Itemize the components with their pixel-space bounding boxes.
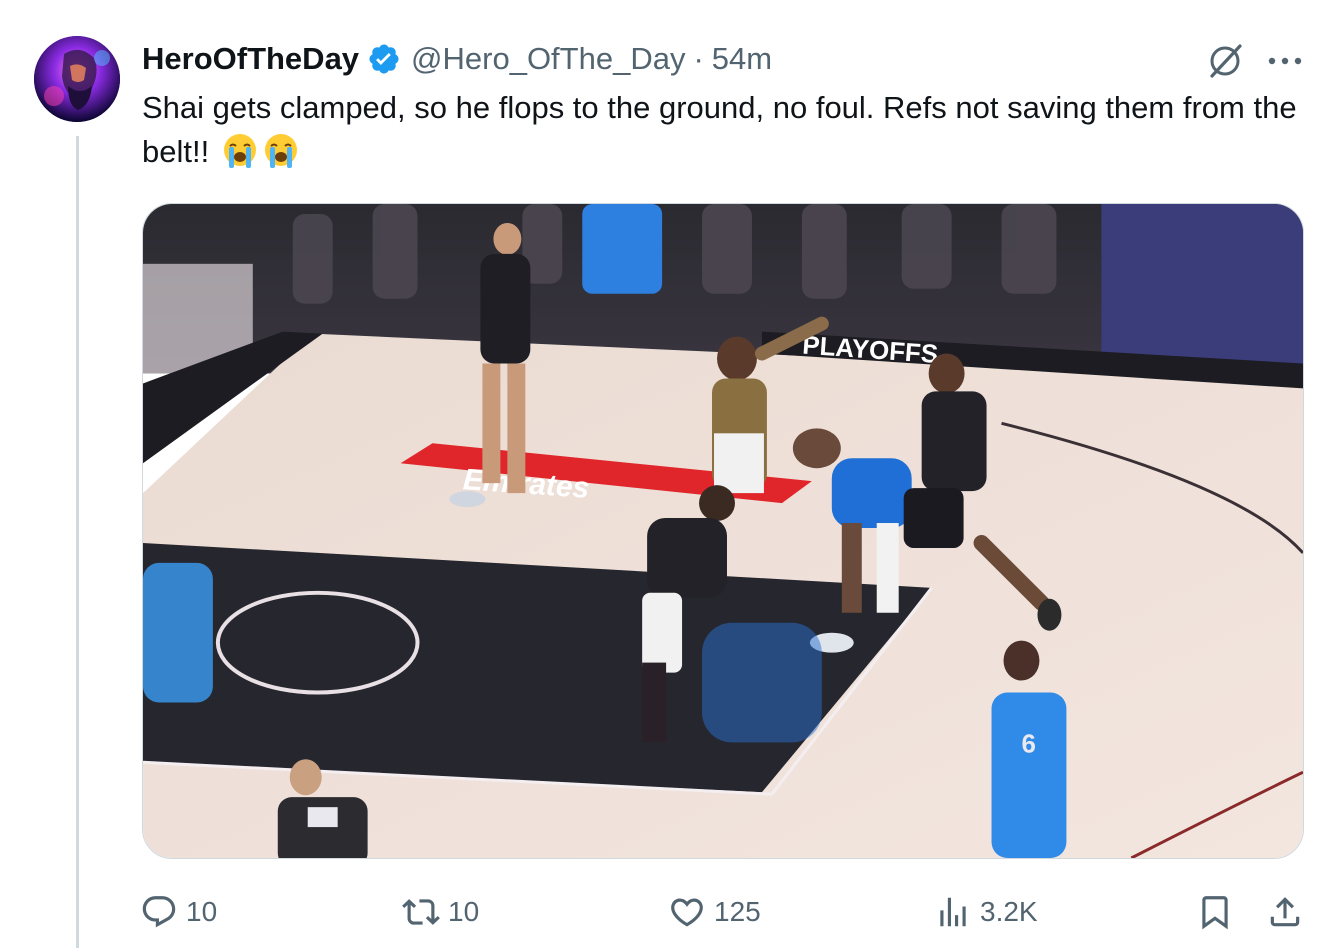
tweet-body: Shai gets clamped, so he flops to the gr… (142, 90, 1297, 169)
heart-icon (668, 893, 706, 931)
thread-line (76, 136, 79, 948)
tweet-timestamp[interactable]: 54m (712, 41, 772, 77)
share-button[interactable] (1266, 886, 1304, 938)
repost-button[interactable]: 10 (402, 886, 479, 938)
repost-icon (402, 893, 440, 931)
author-handle[interactable]: @Hero_OfThe_Day (411, 41, 685, 77)
basketball-court-image: PLAYOFFS Emirates 6 (143, 204, 1303, 858)
display-name[interactable]: HeroOfTheDay (142, 41, 359, 77)
loudly-crying-face-icon (221, 132, 259, 170)
views-count: 3.2K (980, 896, 1038, 927)
more-icon[interactable] (1262, 40, 1308, 82)
loudly-crying-face-icon (262, 132, 300, 170)
grok-icon[interactable] (1204, 40, 1246, 82)
tweet-card[interactable]: HeroOfTheDay @Hero_OfThe_Day · 54m Shai … (0, 0, 1326, 948)
bookmark-button[interactable] (1196, 886, 1234, 938)
tweet-header: HeroOfTheDay @Hero_OfThe_Day · 54m (142, 38, 772, 80)
tweet-text: Shai gets clamped, so he flops to the gr… (142, 86, 1307, 174)
share-icon (1266, 893, 1304, 931)
svg-text:6: 6 (1021, 730, 1035, 758)
avatar-image (34, 36, 120, 122)
views-icon (934, 893, 972, 931)
bookmark-icon (1196, 893, 1234, 931)
separator-dot: · (693, 41, 704, 76)
repost-count: 10 (448, 896, 480, 927)
like-button[interactable]: 125 (668, 886, 761, 938)
tweet-media[interactable]: PLAYOFFS Emirates 6 (142, 203, 1304, 859)
like-count: 125 (714, 896, 761, 927)
reply-count: 10 (186, 896, 218, 927)
avatar[interactable] (34, 36, 120, 122)
reply-button[interactable]: 10 (140, 886, 217, 938)
verified-badge-icon[interactable] (367, 42, 401, 76)
tweet-actions: 10 10 125 3.2K (0, 886, 1326, 938)
reply-icon (140, 893, 178, 931)
views-button[interactable]: 3.2K (934, 886, 1038, 938)
